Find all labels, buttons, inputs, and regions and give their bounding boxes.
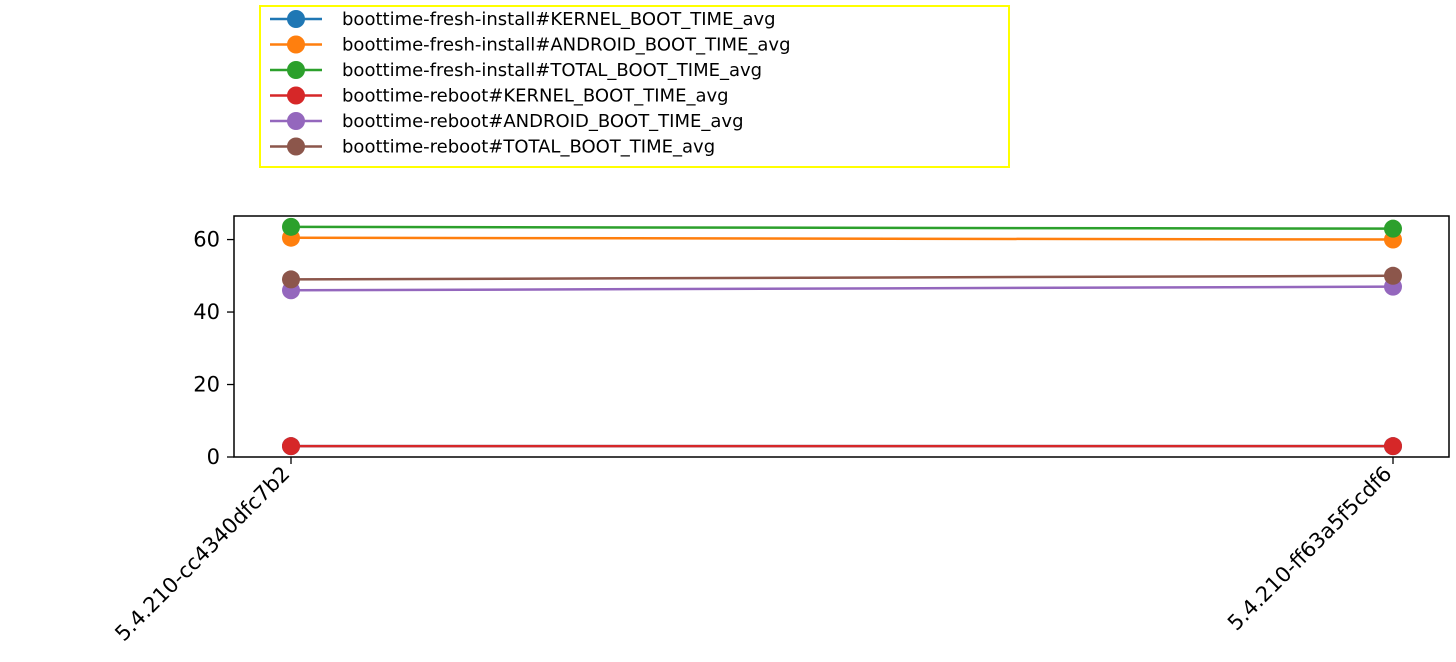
y-tick-label: 20: [193, 373, 220, 397]
legend-label: boottime-reboot#ANDROID_BOOT_TIME_avg: [342, 111, 744, 132]
legend-label: boottime-fresh-install#KERNEL_BOOT_TIME_…: [342, 9, 776, 30]
series-1: [282, 228, 1402, 249]
series-3: [282, 437, 1402, 456]
legend-label: boottime-reboot#TOTAL_BOOT_TIME_avg: [342, 137, 715, 158]
y-tick-label: 0: [207, 445, 220, 469]
series-line: [290, 225, 1394, 230]
data-point: [282, 270, 300, 289]
series-line: [290, 285, 1394, 292]
series-5: [282, 266, 1402, 289]
data-point: [1384, 219, 1402, 238]
legend-label: boottime-fresh-install#ANDROID_BOOT_TIME…: [342, 35, 791, 56]
data-point: [282, 437, 300, 456]
legend-label: boottime-reboot#KERNEL_BOOT_TIME_avg: [342, 86, 729, 107]
legend-entry: boottime-fresh-install#ANDROID_BOOT_TIME…: [270, 35, 791, 56]
plot-series: [282, 217, 1402, 456]
x-tick-label: 5.4.210-cc4340dfc7b2: [110, 462, 294, 646]
series-line: [290, 274, 1394, 281]
series-line: [290, 236, 1394, 241]
legend-entry: boottime-fresh-install#KERNEL_BOOT_TIME_…: [270, 9, 776, 30]
legend-entry: boottime-fresh-install#TOTAL_BOOT_TIME_a…: [270, 60, 762, 81]
data-point: [1384, 266, 1402, 285]
legend-entry: boottime-reboot#ANDROID_BOOT_TIME_avg: [270, 111, 744, 132]
legend-marker: [287, 35, 305, 54]
chart: boottime-fresh-install#KERNEL_BOOT_TIME_…: [110, 5, 1450, 646]
x-tick-label: 5.4.210-ff63a5f5cdf6: [1223, 462, 1397, 636]
series-2: [282, 217, 1402, 238]
series-4: [282, 277, 1402, 300]
legend-marker: [287, 10, 305, 28]
legend-marker: [287, 86, 305, 105]
legend-marker: [287, 137, 305, 156]
data-point: [282, 217, 300, 236]
legend-marker: [287, 61, 305, 79]
legend-marker: [287, 112, 305, 130]
legend-label: boottime-fresh-install#TOTAL_BOOT_TIME_a…: [342, 60, 762, 81]
y-tick-label: 40: [193, 300, 220, 324]
plot-frame: [233, 215, 1450, 458]
y-tick-label: 60: [193, 228, 220, 252]
data-point: [1384, 437, 1402, 456]
